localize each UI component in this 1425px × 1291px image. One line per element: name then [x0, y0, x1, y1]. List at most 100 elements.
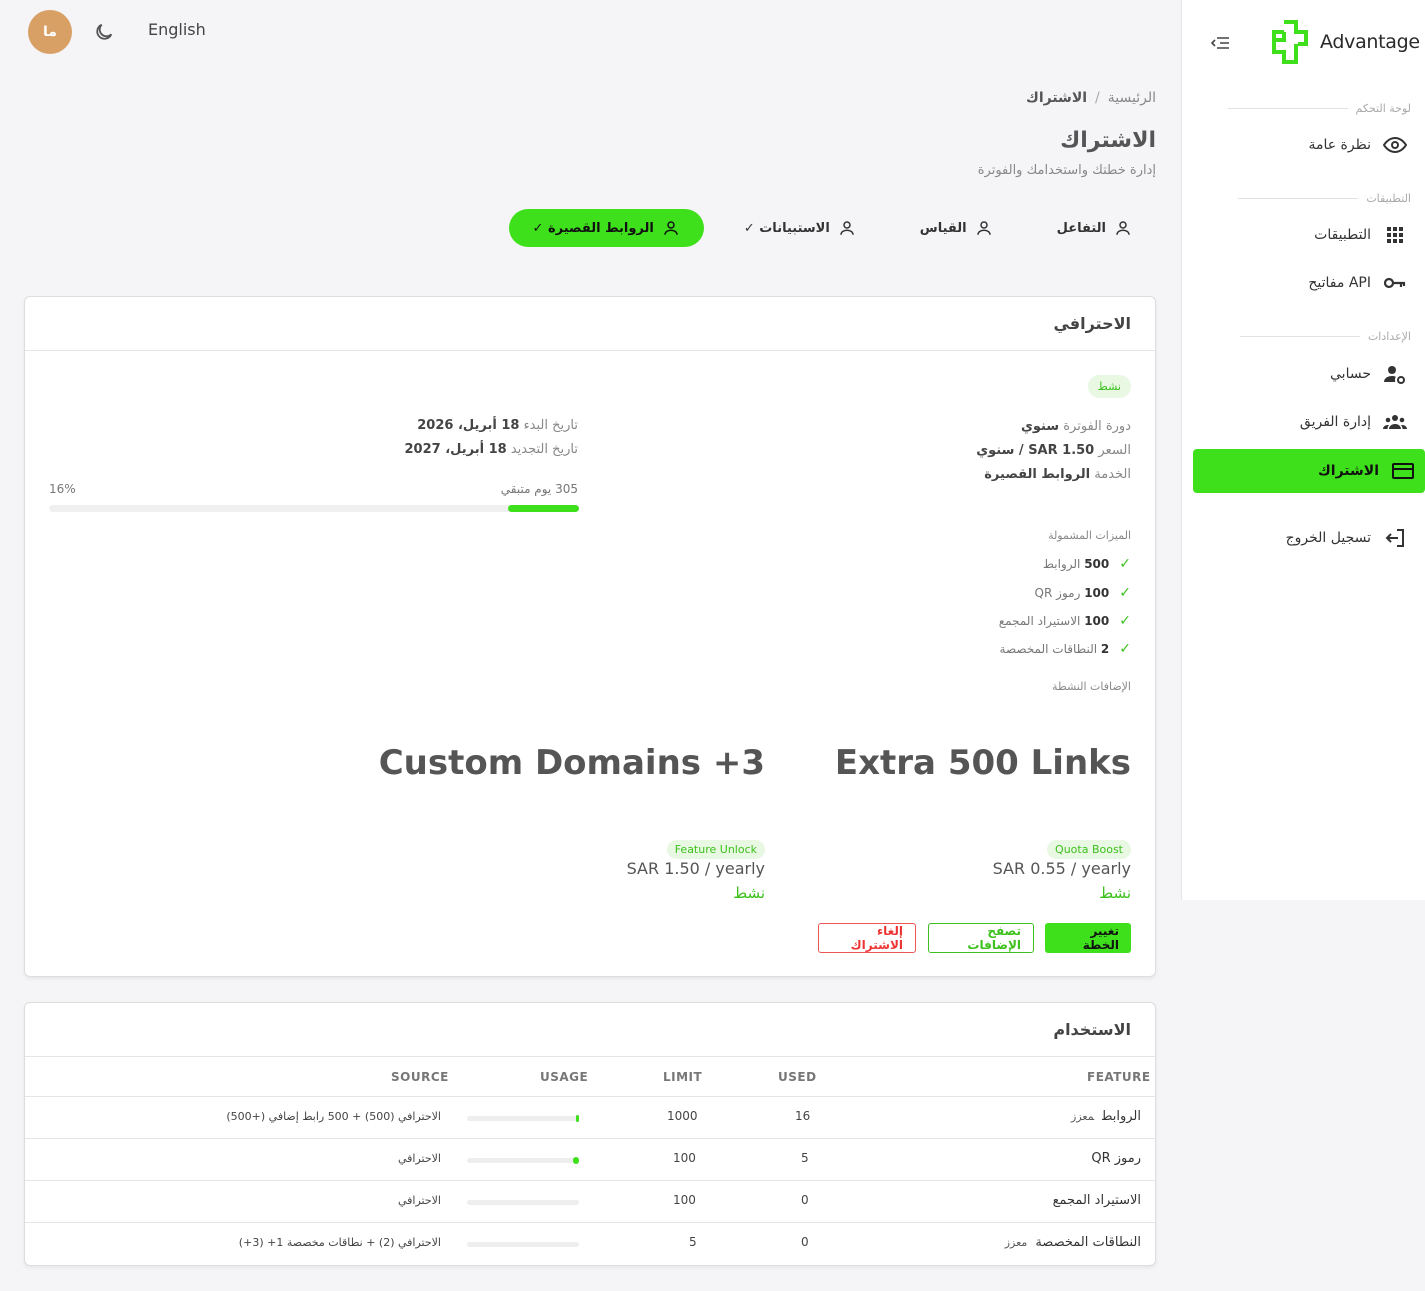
feature-item: ✓ 500 الروابط: [1042, 556, 1131, 572]
sidebar-item-team[interactable]: إدارة الفريق: [1193, 400, 1417, 444]
used-value: 0: [801, 1193, 809, 1207]
sidebar-item-label: مفاتيح API: [1308, 275, 1371, 291]
change-plan-button[interactable]: تغيير الخطة: [1045, 923, 1131, 953]
user-icon: [840, 221, 854, 235]
check-icon: ✓: [1119, 613, 1131, 629]
cancel-subscription-button[interactable]: إلغاء الاشتراك: [818, 923, 916, 953]
sidebar-item-label: حسابي: [1330, 366, 1371, 382]
sidebar-item-subscription[interactable]: الاشتراك: [1193, 449, 1425, 493]
col-header-feature: FEATURE: [1087, 1070, 1151, 1084]
used-value: 5: [801, 1151, 809, 1165]
table-row: الروابطمعزز 16 1000 الاحترافي (500) + 50…: [25, 1096, 1155, 1138]
tab-surveys[interactable]: الاستبيانات ✓: [720, 209, 880, 247]
plan-service: الخدمة الروابط القصيرة: [984, 467, 1131, 482]
sidebar-item-api-keys[interactable]: مفاتيح API: [1193, 261, 1417, 305]
feature-name: رموز QR: [1091, 1151, 1141, 1166]
sidebar-item-overview[interactable]: نظرة عامة: [1193, 123, 1417, 167]
addon-tag-wrap: Feature Unlock: [666, 838, 765, 859]
feature-name: الاستيراد المجمع: [1052, 1193, 1141, 1208]
addon-status: نشط: [733, 884, 765, 902]
feature-item: ✓ 100 رموز QR: [1034, 585, 1131, 601]
billing-cycle: دورة الفوترة سنوي: [1020, 419, 1131, 434]
users-icon: [1383, 415, 1407, 429]
sidebar-toggle-icon[interactable]: [1210, 34, 1232, 52]
browse-addons-button[interactable]: تصفح الإضافات: [928, 923, 1034, 953]
breadcrumb-separator: /: [1095, 90, 1100, 106]
check-icon: ✓: [1119, 585, 1131, 601]
usage-bar: [467, 1242, 579, 1247]
tab-engagement[interactable]: التفاعل: [1033, 209, 1156, 247]
breadcrumb-current: الاشتراك: [1026, 90, 1088, 106]
sidebar-item-apps[interactable]: التطبيقات: [1193, 213, 1417, 257]
tab-label: التفاعل: [1056, 220, 1106, 236]
user-icon: [976, 221, 991, 235]
col-header-usage: USAGE: [540, 1070, 589, 1084]
key-icon: [1383, 277, 1406, 289]
start-date: تاريخ البدء 18 أبريل، 2026: [417, 418, 578, 433]
limit-value: 5: [689, 1235, 697, 1249]
eye-icon: [1383, 136, 1407, 154]
avatar[interactable]: ما: [28, 10, 72, 54]
credit-card-icon: [1392, 463, 1414, 479]
days-remaining: 305 يوم متبقي: [500, 482, 578, 496]
page-title: الاشتراك: [1060, 128, 1156, 153]
breadcrumb-home[interactable]: الرئيسية: [1108, 90, 1156, 106]
sidebar-item-logout[interactable]: تسجيل الخروج: [1193, 516, 1417, 560]
logo-icon: [1272, 20, 1308, 64]
source-value: الاحترافي (2) + نطاقات مخصصة 1+ (3+): [238, 1236, 441, 1249]
period-progress-fill: [507, 505, 579, 512]
sidebar: Advantage لوحة التحكم نظرة عامة التطبيقا…: [1181, 0, 1425, 900]
user-icon: [664, 221, 678, 235]
sidebar-item-label: نظرة عامة: [1308, 137, 1371, 153]
source-value: الاحترافي: [397, 1152, 441, 1165]
section-label-settings: الإعدادات: [1239, 330, 1411, 343]
user-icon: [1116, 221, 1130, 235]
section-label-apps: التطبيقات: [1238, 192, 1411, 205]
addon-tag: Quota Boost: [1047, 840, 1131, 859]
col-header-used: USED: [778, 1070, 817, 1084]
tab-measurement[interactable]: القياس: [896, 209, 1017, 247]
feature-name: النطاقات المخصصةمعزز: [1004, 1235, 1141, 1250]
tab-label: القياس: [919, 220, 967, 236]
addon-tag-wrap: Quota Boost: [1047, 838, 1131, 859]
addon-tag: Feature Unlock: [666, 840, 765, 859]
plan-price: السعر SAR 1.50 / سنوي: [976, 443, 1131, 458]
breadcrumb: الرئيسية / الاشتراك: [1026, 90, 1156, 106]
table-row: رموز QR 5 100 الاحترافي: [25, 1138, 1155, 1180]
usage-title: الاستخدام: [25, 1003, 1155, 1057]
table-row: الاستيراد المجمع 0 100 الاحترافي: [25, 1180, 1155, 1222]
usage-bar-fill: [573, 1157, 579, 1164]
tab-label: الروابط القصيرة ✓: [532, 220, 654, 236]
renew-date: تاريخ التجديد 18 أبريل، 2027: [404, 442, 578, 457]
grid-icon: [1387, 227, 1403, 243]
sidebar-item-label: إدارة الفريق: [1299, 414, 1371, 430]
plan-card: الاحترافي نشط دورة الفوترة سنوي السعر SA…: [24, 296, 1156, 977]
feature-name: الروابطمعزز: [1071, 1109, 1141, 1124]
feature-item: ✓ 100 الاستيراد المجمع: [998, 613, 1131, 629]
language-switch[interactable]: English: [148, 20, 206, 39]
usage-bar-fill: [575, 1115, 579, 1122]
brand-logo[interactable]: Advantage: [1266, 18, 1420, 66]
moon-icon[interactable]: [93, 21, 115, 43]
source-value: الاحترافي: [397, 1194, 441, 1207]
boost-tag: معزز: [1004, 1236, 1028, 1249]
addons-label: الإضافات النشطة: [1052, 680, 1131, 693]
features-label: الميزات المشمولة: [1048, 529, 1131, 542]
col-header-limit: LIMIT: [663, 1070, 703, 1084]
addon-title: Custom Domains +3: [378, 743, 765, 783]
limit-value: 1000: [667, 1109, 698, 1123]
service-tabs: الروابط القصيرة ✓ الاستبيانات ✓ القياس ا…: [508, 209, 1156, 247]
progress-percent: 16%: [49, 482, 76, 496]
sidebar-item-account[interactable]: حسابي: [1193, 352, 1417, 396]
tab-label: الاستبيانات ✓: [743, 220, 830, 236]
source-value: الاحترافي (500) + 500 رابط إضافي (+500): [226, 1110, 441, 1123]
check-icon: ✓: [1119, 641, 1131, 657]
addon-price: SAR 0.55 / yearly: [992, 859, 1131, 878]
page-subtitle: إدارة خطتك واستخدامك والفوترة: [977, 163, 1156, 178]
section-label-dashboard: لوحة التحكم: [1227, 102, 1411, 115]
tab-short-links[interactable]: الروابط القصيرة ✓: [508, 209, 704, 247]
limit-value: 100: [673, 1193, 696, 1207]
brand-name: Advantage: [1320, 31, 1420, 53]
sidebar-item-label: تسجيل الخروج: [1285, 530, 1371, 546]
usage-bar: [467, 1200, 579, 1205]
